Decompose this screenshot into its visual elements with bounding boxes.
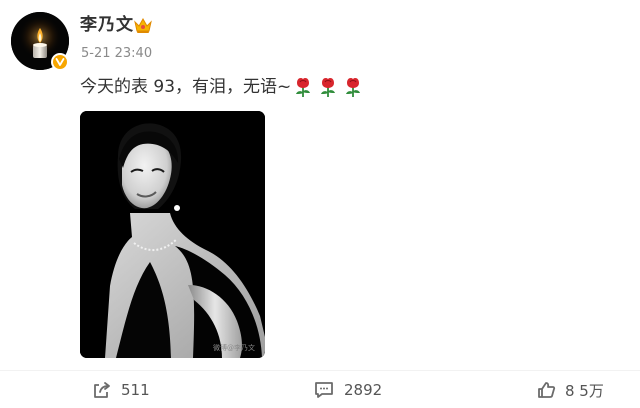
rose-emoji [321, 78, 336, 97]
post-text-content: 今天的表 93，有泪，无语~ [80, 77, 292, 97]
portrait-photo [80, 111, 265, 358]
weibo-post: 李乃文 5-21 23:40 今天的表 93，有泪，无语~ 微博@李乃文 511… [0, 0, 640, 408]
thumbs-up-icon [538, 382, 556, 398]
repost-button[interactable]: 511 [92, 378, 150, 402]
image-watermark: 微博@李乃文 [213, 344, 255, 352]
post-image[interactable]: 微博@李乃文 [80, 111, 265, 358]
emoji-group [293, 76, 368, 98]
post-timestamp[interactable]: 5-21 23:40 [81, 46, 152, 62]
post-text: 今天的表 93，有泪，无语~ [80, 76, 368, 98]
like-button[interactable]: 8 5万 [536, 378, 604, 402]
like-count: 8 5万 [565, 381, 604, 400]
rose-emoji [346, 78, 361, 97]
repost-count: 511 [121, 381, 150, 399]
crown-icon[interactable] [133, 16, 153, 34]
share-icon [94, 382, 110, 398]
verified-badge-icon [53, 55, 67, 69]
verified-badge [51, 53, 69, 71]
author-name[interactable]: 李乃文 [80, 14, 134, 36]
comment-button[interactable]: 2892 [313, 378, 382, 402]
comment-count: 2892 [344, 381, 383, 399]
divider [0, 370, 640, 371]
rose-emoji [296, 78, 311, 97]
comment-icon [315, 382, 333, 398]
